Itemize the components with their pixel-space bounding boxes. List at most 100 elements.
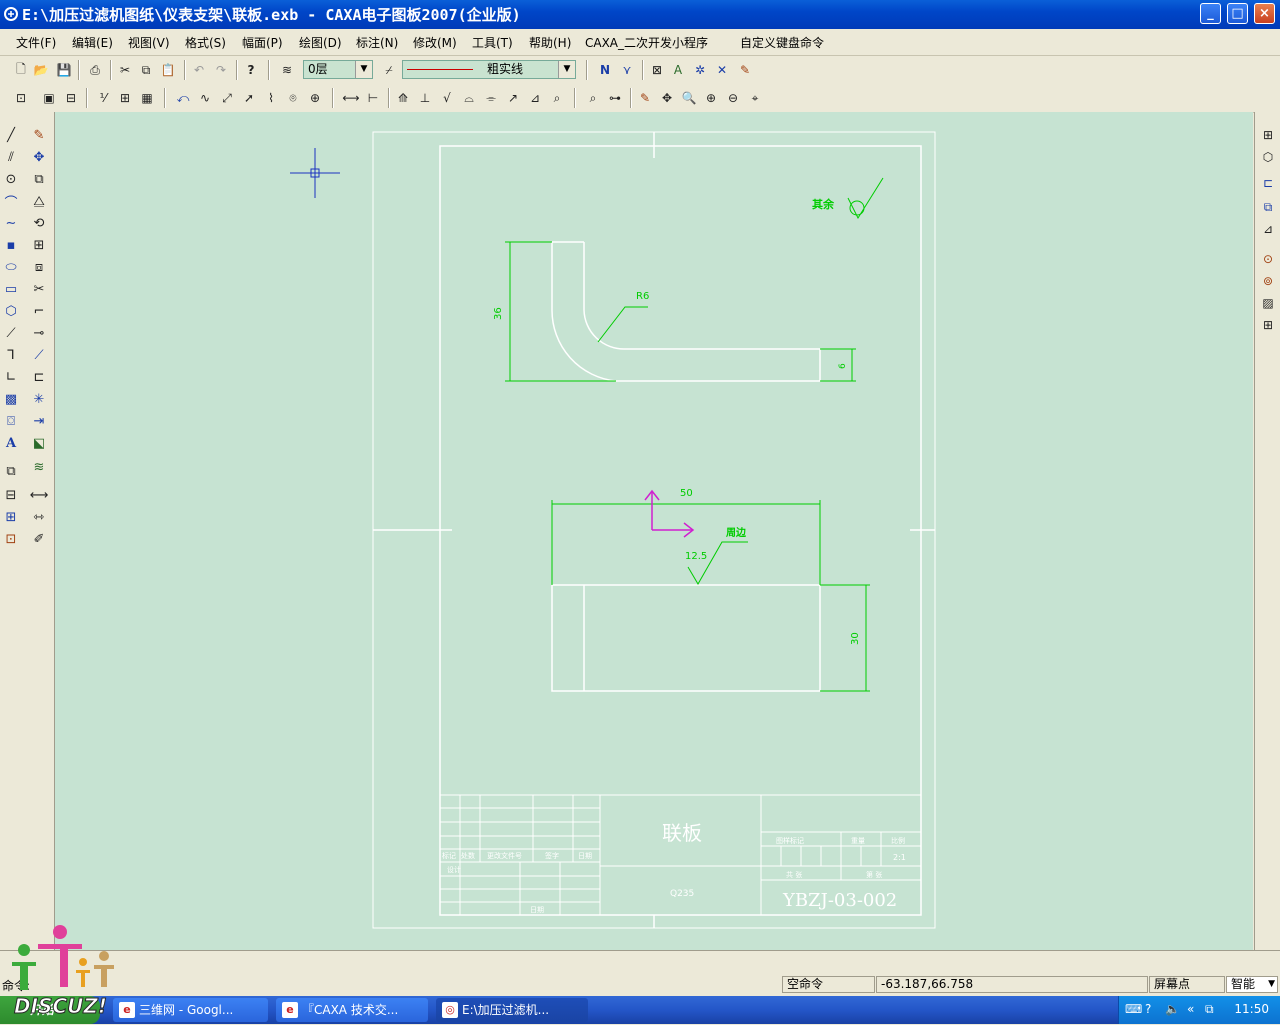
library-icon[interactable]: ⊟	[2, 486, 20, 504]
task-browser[interactable]: e 三维网 - Googl...	[113, 998, 268, 1022]
ellipse-icon[interactable]: ⬭	[2, 258, 20, 276]
text-style-icon[interactable]: A	[669, 61, 687, 79]
copy-select-icon[interactable]: ⧉	[30, 170, 48, 188]
center-line-icon[interactable]: ⊕	[306, 89, 324, 107]
maximize-button[interactable]: □	[1227, 3, 1248, 24]
menu-view[interactable]: 视图(V)	[128, 34, 170, 51]
block-icon[interactable]: ⧉	[2, 462, 20, 480]
detail-view-icon[interactable]: ⧉	[1259, 198, 1277, 216]
extend-icon[interactable]: ⟋	[30, 346, 48, 364]
spline-icon[interactable]: ⌇	[262, 89, 280, 107]
layer-select[interactable]: 0层 ▼	[303, 60, 373, 79]
network-icon[interactable]: ⧉	[1205, 1002, 1214, 1017]
text-icon[interactable]: A	[2, 434, 20, 452]
hatch-style-icon[interactable]: ✕	[713, 61, 731, 79]
zoom-window-icon[interactable]: 🔍	[680, 89, 698, 107]
broken-view-icon[interactable]: ⊚	[1259, 272, 1277, 290]
menu-custom-keys[interactable]: 自定义键盘命令	[740, 34, 824, 51]
rectangle-icon[interactable]: ▭	[2, 280, 20, 298]
zoom-in-icon[interactable]: ⊕	[702, 89, 720, 107]
task-caxa[interactable]: ◎ E:\加压过滤机...	[436, 998, 588, 1022]
arrow-icon[interactable]: ➚	[240, 89, 258, 107]
menu-draw[interactable]: 绘图(D)	[299, 34, 342, 51]
section-view-icon[interactable]: ⊏	[1259, 174, 1277, 192]
paste-icon[interactable]: 📋	[159, 61, 177, 79]
drawing-canvas[interactable]: 其余 36 R6 6 50 周边 12.5 30 联板 Q235 YBZJ-03…	[55, 112, 1253, 950]
parts-settings-icon[interactable]: ▦	[138, 89, 156, 107]
undo-icon[interactable]: ↶	[190, 61, 208, 79]
circle-icon[interactable]: ⊙	[2, 170, 20, 188]
3d-view-icon[interactable]: ⬡	[1259, 148, 1277, 166]
fillet-modify-icon[interactable]: ⌐	[30, 302, 48, 320]
command-input[interactable]	[36, 976, 780, 994]
rotate-icon[interactable]: ⟲	[30, 214, 48, 232]
chevron-down-icon[interactable]: ▼	[558, 61, 575, 78]
parts-number-icon[interactable]: ⅟	[94, 89, 112, 107]
datum-icon[interactable]: ⊥	[416, 89, 434, 107]
menu-sheet[interactable]: 幅面(P)	[242, 34, 283, 51]
snap-mode-select[interactable]: 智能 ▼	[1226, 976, 1278, 993]
weld-icon[interactable]: ⌓	[460, 89, 478, 107]
color-icon[interactable]: ✎	[736, 61, 754, 79]
measure-icon[interactable]: ⊶	[606, 89, 624, 107]
stretch-icon[interactable]: ⊏	[30, 368, 48, 386]
volume-icon[interactable]: 🔈	[1165, 1002, 1180, 1016]
hole-icon[interactable]: ⌾	[284, 89, 302, 107]
save-icon[interactable]: 💾	[55, 61, 73, 79]
dim-edit-icon[interactable]: ⟷	[30, 486, 49, 504]
menu-modify[interactable]: 修改(M)	[413, 34, 457, 51]
leader-icon[interactable]: ↗	[504, 89, 522, 107]
local-view-icon[interactable]: ▨	[1259, 294, 1277, 312]
tray-expand-icon[interactable]: «	[1187, 1002, 1194, 1016]
copy-icon[interactable]: ⧉	[137, 61, 155, 79]
erase-icon[interactable]: ✎	[30, 126, 48, 144]
view-align-icon[interactable]: ⊞	[1259, 316, 1277, 334]
fillet-icon[interactable]: ⤺	[174, 89, 192, 107]
linetype-select[interactable]: 粗实线 ▼	[402, 60, 576, 79]
task-forum[interactable]: e 『CAXA 技术交...	[276, 998, 428, 1022]
help-icon[interactable]: ?	[242, 61, 260, 79]
snap-toggle-icon[interactable]: N	[596, 61, 614, 79]
layer-icon[interactable]: ≋	[278, 61, 296, 79]
help-tray-icon[interactable]: ?	[1145, 1002, 1151, 1016]
point-style-icon[interactable]: ✲	[691, 61, 709, 79]
parallel-line-icon[interactable]: ⫽	[2, 148, 20, 166]
offset-line-icon[interactable]: ⅂	[2, 346, 20, 364]
linetype-icon[interactable]: ⌿	[380, 61, 398, 79]
pen-icon[interactable]: ✎	[636, 89, 654, 107]
caxa-app-icon[interactable]	[3, 6, 19, 22]
polyline-icon[interactable]: ⟋	[2, 324, 20, 342]
zoom-out-icon[interactable]: ⊖	[724, 89, 742, 107]
cut-icon[interactable]: ✂	[116, 61, 134, 79]
section-icon[interactable]: ⊿	[526, 89, 544, 107]
close-button[interactable]: ×	[1254, 3, 1275, 24]
block-create-icon[interactable]: ⊡	[12, 89, 30, 107]
keyboard-icon[interactable]: ⌨	[1125, 1002, 1142, 1016]
menu-help[interactable]: 帮助(H)	[529, 34, 571, 51]
parts-table-icon[interactable]: ⊞	[116, 89, 134, 107]
layer-tool-icon[interactable]: ≋	[30, 458, 48, 476]
scale-icon[interactable]: ⧈	[30, 258, 48, 276]
break-modify-icon[interactable]: ⊸	[30, 324, 48, 342]
polygon-icon[interactable]: ⬡	[2, 302, 20, 320]
menu-file[interactable]: 文件(F)	[16, 34, 56, 51]
hatch-icon[interactable]: ▩	[2, 390, 20, 408]
wave-line-icon[interactable]: ∿	[196, 89, 214, 107]
block-insert-icon[interactable]: ⬕	[30, 434, 48, 452]
sheet-frame-icon[interactable]: ▣	[40, 89, 58, 107]
angle-line-icon[interactable]: ∟	[2, 368, 20, 386]
image-icon[interactable]: ⊡	[2, 530, 20, 548]
pan-icon[interactable]: ✥	[658, 89, 676, 107]
explode-icon[interactable]: ✳	[30, 390, 48, 408]
fill-icon[interactable]: ⌼	[2, 412, 20, 430]
dim-style-icon[interactable]: ⊠	[648, 61, 666, 79]
spline-draw-icon[interactable]: ∼	[2, 214, 20, 232]
query-icon[interactable]: ⌕	[584, 89, 602, 107]
new-file-icon[interactable]: 🗋	[12, 61, 30, 79]
print-icon[interactable]: ⎙	[86, 61, 104, 79]
line-icon[interactable]: ╱	[2, 126, 20, 144]
align-icon[interactable]: ⇥	[30, 412, 48, 430]
open-file-icon[interactable]: 📂	[32, 61, 50, 79]
table-icon[interactable]: ⊞	[2, 508, 20, 526]
trim-icon[interactable]: ✂	[30, 280, 48, 298]
